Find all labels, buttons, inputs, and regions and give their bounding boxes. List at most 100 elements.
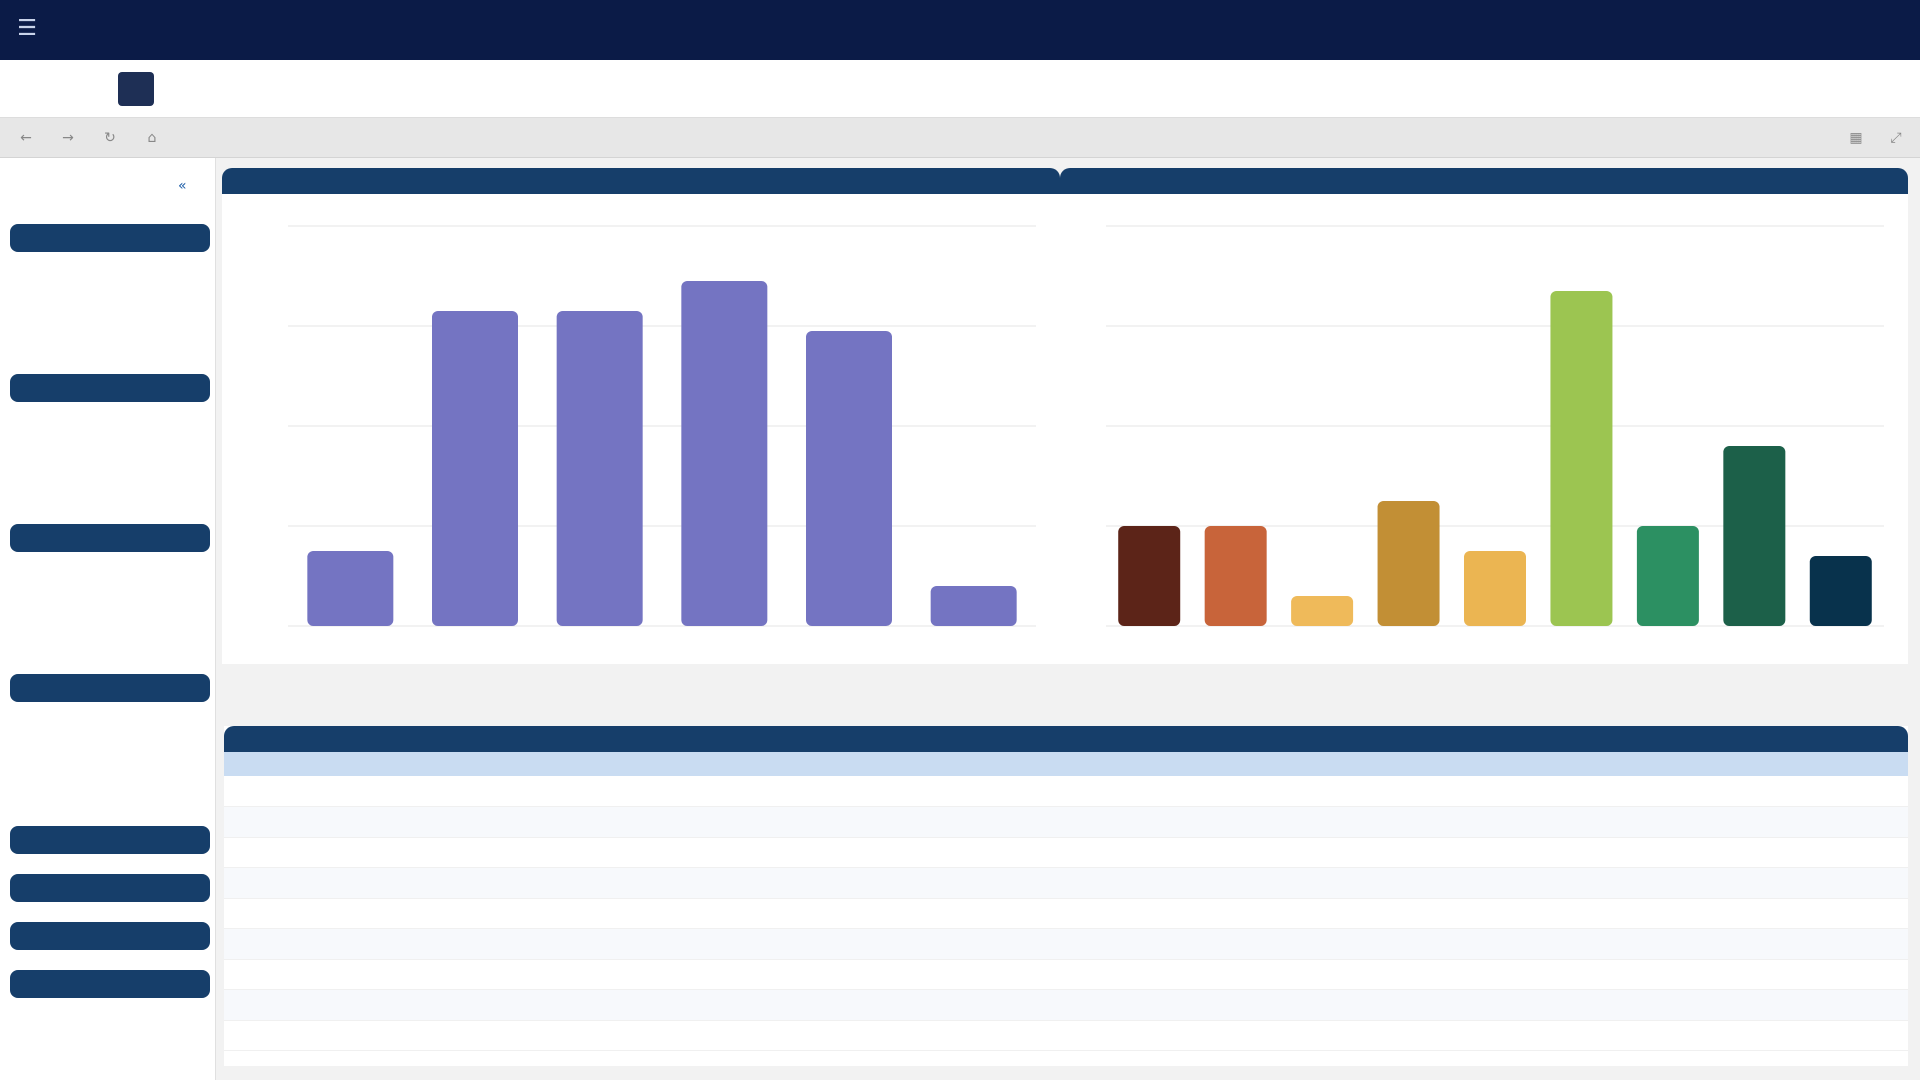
table-header-row [224,752,1908,776]
arrow-left-icon[interactable]: ← [16,128,36,148]
table-cell [1688,837,1798,868]
bar[interactable] [681,281,768,626]
table-cell [1354,776,1502,807]
table-cell [1688,928,1798,960]
expand-icon[interactable]: ⤢ [1886,128,1906,148]
refresh-icon[interactable]: ↻ [100,128,120,148]
table-row[interactable] [224,776,1908,807]
table-cell [1798,776,1908,807]
nav-menu [276,0,484,60]
bar[interactable] [1291,596,1354,626]
sidebar-section[interactable] [10,374,210,402]
column-header[interactable] [1798,752,1908,776]
table-cell [1798,1020,1908,1051]
table-cell [482,898,1062,929]
bar[interactable] [1550,291,1613,626]
bar[interactable] [556,311,643,626]
arrow-right-icon[interactable]: → [58,128,78,148]
bar[interactable] [1464,551,1526,626]
chart-2-area [1060,194,1908,664]
table-cell [224,1020,336,1051]
sidebar-section[interactable] [10,826,210,854]
table-row[interactable] [224,928,1908,960]
table-cell [1062,776,1204,807]
table-row[interactable] [224,1020,1908,1051]
table-cell [482,867,1062,899]
grid-icon[interactable]: ▦ [1846,128,1866,148]
table-cell [1502,867,1688,899]
sidebar-section[interactable] [10,874,210,902]
sidebar-section[interactable] [10,224,210,252]
table-row[interactable] [224,898,1908,929]
bar[interactable] [1723,446,1786,626]
column-header[interactable] [1354,752,1502,776]
table-cell [1798,928,1908,960]
mode-tab[interactable] [40,72,76,106]
table-row[interactable] [224,806,1908,838]
table-cell [1062,989,1204,1021]
table-cell [224,867,336,899]
column-header[interactable] [1688,752,1798,776]
bar[interactable] [1636,526,1699,626]
table-row[interactable] [224,959,1908,990]
table-cell [482,928,1062,960]
table-cell [224,776,336,807]
bar[interactable] [930,586,1017,626]
table-cell [1204,837,1354,868]
chevron-left-icon[interactable]: « [178,178,187,194]
bar[interactable] [432,311,518,626]
bar[interactable] [1809,556,1872,626]
table-cell [482,776,1062,807]
table-cell [1798,989,1908,1021]
table-cell [1062,837,1204,868]
table-cell [1798,806,1908,838]
sidebar-section[interactable] [10,674,210,702]
sidebar-section[interactable] [10,922,210,950]
column-header[interactable] [1502,752,1688,776]
table-cell [1204,806,1354,838]
column-header[interactable] [224,752,336,776]
sidebar-section[interactable] [10,524,210,552]
sidebar-section[interactable] [10,970,210,998]
table-cell [1502,806,1688,838]
table-cell [336,898,482,929]
table-cell [1798,837,1908,868]
bar[interactable] [1118,526,1181,626]
column-header[interactable] [336,752,482,776]
table-cell [1062,806,1204,838]
table-cell [1798,898,1908,929]
bar[interactable] [806,331,892,626]
breadcrumb-toolbar: ← → ↻ ⌂ ▦ ⤢ [0,118,1920,158]
bar[interactable] [307,551,394,626]
bar[interactable] [1204,526,1267,626]
table-row[interactable] [224,867,1908,899]
home-icon[interactable]: ⌂ [142,128,162,148]
table-row[interactable] [224,837,1908,868]
table-cell [1062,1020,1204,1051]
data-table [224,752,1908,1051]
table-cell [224,928,336,960]
table-cell [1798,959,1908,990]
column-header[interactable] [482,752,1062,776]
column-header[interactable] [1204,752,1354,776]
mode-tab-active[interactable] [118,72,154,106]
table-cell [1062,959,1204,990]
table-cell [1204,928,1354,960]
nav-right-menu [1688,0,1880,60]
chart-1-area [222,194,1060,664]
sidebar: « [0,158,216,1080]
table-row[interactable] [224,989,1908,1021]
table-cell [336,989,482,1021]
table-cell [1062,867,1204,899]
table-cell [1688,806,1798,838]
table-cell [224,989,336,1021]
mode-bar [0,60,1920,118]
table-cell [336,867,482,899]
table-cell [1688,898,1798,929]
table-cell [1354,989,1502,1021]
menu-icon[interactable]: ☰ [14,16,40,42]
column-header[interactable] [1062,752,1204,776]
bar[interactable] [1377,501,1440,626]
table-cell [482,806,1062,838]
table-cell [1204,989,1354,1021]
